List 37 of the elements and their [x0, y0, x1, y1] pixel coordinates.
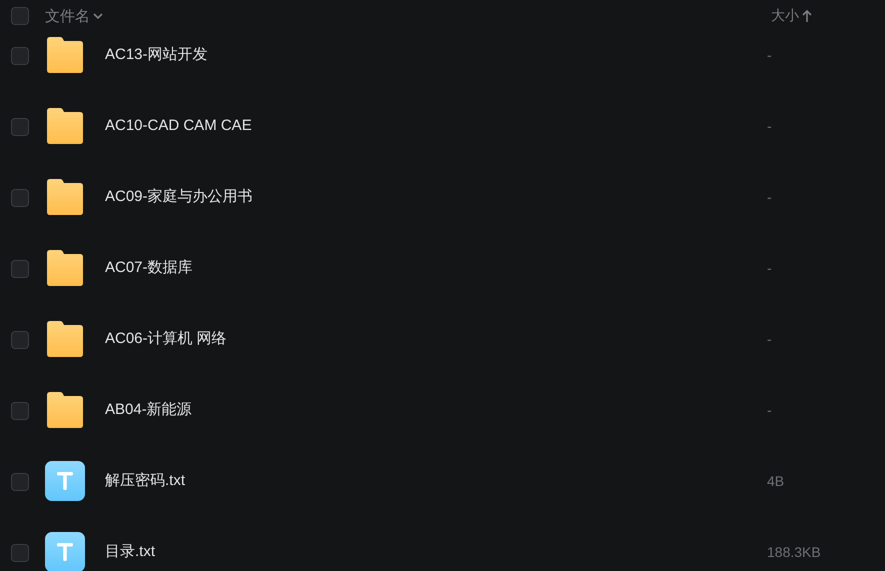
file-name[interactable]: AC06-计算机 网络	[105, 319, 767, 359]
arrow-up-icon	[802, 9, 812, 23]
size-column-header[interactable]: 大小	[771, 7, 812, 25]
row-checkbox[interactable]	[11, 402, 29, 420]
row-checkbox[interactable]	[11, 118, 29, 136]
select-all-checkbox[interactable]	[11, 6, 29, 24]
folder-icon	[45, 390, 85, 430]
file-size: -	[767, 117, 772, 136]
folder-icon	[45, 319, 85, 359]
row-checkbox[interactable]	[11, 189, 29, 207]
file-size: -	[767, 330, 772, 349]
text-file-icon	[45, 461, 85, 501]
row-checkbox[interactable]	[11, 331, 29, 349]
row-checkbox[interactable]	[11, 260, 29, 278]
text-file-icon	[45, 532, 85, 571]
folder-icon	[45, 177, 85, 217]
file-name[interactable]: 解压密码.txt	[105, 461, 767, 501]
file-name[interactable]: AB04-新能源	[105, 390, 767, 430]
file-size: -	[767, 188, 772, 207]
file-name[interactable]: AC07-数据库	[105, 248, 767, 288]
file-name[interactable]: AC10-CAD CAM CAE	[105, 106, 767, 146]
file-name[interactable]: AC09-家庭与办公用书	[105, 177, 767, 217]
file-name[interactable]: 目录.txt	[105, 532, 767, 571]
folder-icon	[45, 248, 85, 288]
row-checkbox[interactable]	[11, 544, 29, 562]
row-checkbox[interactable]	[11, 473, 29, 491]
name-column-header[interactable]: 文件名	[45, 6, 771, 26]
folder-icon	[45, 35, 85, 75]
file-size: 188.3KB	[767, 543, 821, 562]
file-size: -	[767, 46, 772, 65]
row-checkbox[interactable]	[11, 47, 29, 65]
file-name[interactable]: AC13-网站开发	[105, 35, 767, 75]
chevron-down-icon	[93, 12, 103, 20]
file-size: -	[767, 259, 772, 278]
file-size: -	[767, 401, 772, 420]
folder-icon	[45, 106, 85, 146]
file-size: 4B	[767, 472, 784, 491]
